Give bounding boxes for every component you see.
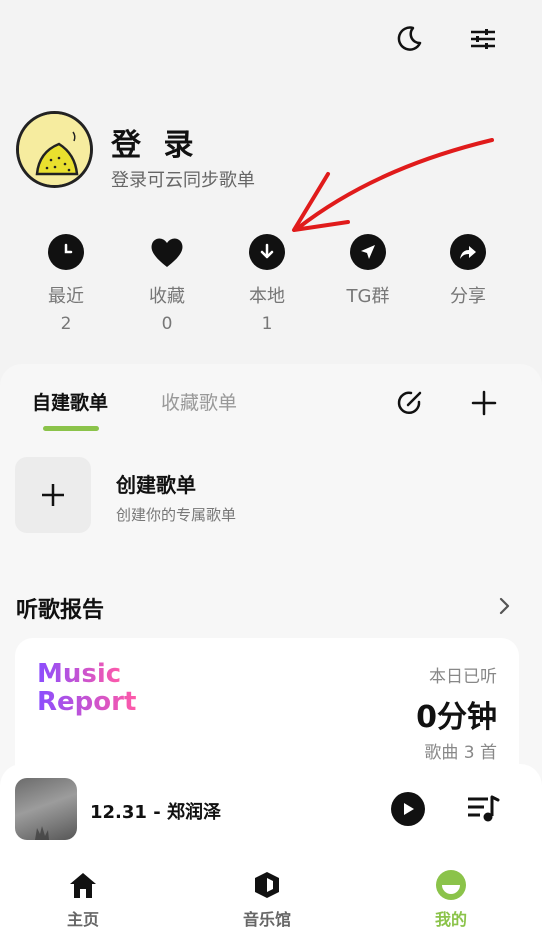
bottom-nav: 主页 音乐馆 我的 — [0, 854, 542, 936]
nav-home-label: 主页 — [66, 910, 99, 929]
download-icon — [249, 234, 285, 270]
stat-recent[interactable]: 最近 2 — [16, 234, 116, 336]
stat-favorites[interactable]: 收藏 0 — [117, 234, 217, 336]
nav-home[interactable]: 主页 — [23, 868, 143, 930]
stat-share[interactable]: 分享 — [418, 234, 518, 336]
stat-label: 最近 — [48, 286, 84, 307]
tab-indicator — [43, 426, 99, 431]
tab-my-playlists[interactable]: 自建歌单 — [32, 388, 108, 415]
today-listen-time: 0分钟 — [416, 700, 497, 735]
stat-local[interactable]: 本地 1 — [217, 234, 317, 336]
stat-count: 0 — [161, 314, 173, 334]
mine-icon — [391, 868, 511, 902]
stat-count: 2 — [60, 314, 72, 334]
tab-collected-playlists[interactable]: 收藏歌单 — [161, 388, 237, 415]
stat-label: 分享 — [450, 286, 486, 307]
login-subtitle: 登录可云同步歌单 — [111, 170, 255, 191]
add-playlist-icon[interactable] — [469, 388, 499, 422]
create-playlist-subtitle: 创建你的专属歌单 — [116, 506, 237, 524]
plus-icon — [42, 484, 64, 506]
music-hall-icon — [207, 868, 327, 902]
home-icon — [23, 868, 143, 902]
clock-icon — [48, 234, 84, 270]
music-report-logo-word1: Music — [37, 659, 122, 689]
create-playlist-title[interactable]: 创建歌单 — [116, 469, 196, 498]
today-song-count: 歌曲 3 首 — [424, 743, 497, 763]
annotation-arrow — [292, 138, 494, 232]
edit-icon[interactable] — [395, 388, 425, 422]
nav-mine-label: 我的 — [434, 910, 467, 929]
nav-mine[interactable]: 我的 — [391, 868, 511, 930]
music-report-logo-word2: Report — [37, 687, 137, 717]
stat-count — [418, 314, 518, 336]
chevron-right-icon[interactable] — [497, 596, 513, 620]
play-button[interactable] — [391, 792, 425, 826]
heart-icon — [149, 234, 185, 270]
playlist-queue-button[interactable] — [466, 794, 500, 824]
nav-music-hall-label: 音乐馆 — [242, 910, 291, 929]
stat-label: TG群 — [346, 286, 390, 307]
today-label: 本日已听 — [429, 667, 497, 687]
moon-icon[interactable] — [390, 20, 428, 58]
share-icon — [450, 234, 486, 270]
stat-tg-group[interactable]: TG群 — [318, 234, 418, 336]
login-title[interactable]: 登 录 — [111, 120, 199, 164]
avatar[interactable] — [16, 111, 93, 188]
album-cover[interactable] — [15, 778, 77, 840]
nav-music-hall[interactable]: 音乐馆 — [207, 868, 327, 930]
stat-count — [318, 314, 418, 336]
telegram-icon — [350, 234, 386, 270]
report-section-title: 听歌报告 — [16, 598, 105, 623]
sliders-icon[interactable] — [464, 20, 502, 58]
stat-count: 1 — [261, 314, 273, 334]
create-playlist-button[interactable] — [15, 457, 91, 533]
mini-player[interactable]: 12.31 - 郑润泽 — [0, 764, 542, 854]
stat-label: 收藏 — [149, 286, 185, 307]
stat-label: 本地 — [249, 286, 285, 307]
queue-icon — [468, 795, 500, 822]
play-icon — [404, 803, 414, 815]
now-playing-title[interactable]: 12.31 - 郑润泽 — [90, 798, 221, 824]
